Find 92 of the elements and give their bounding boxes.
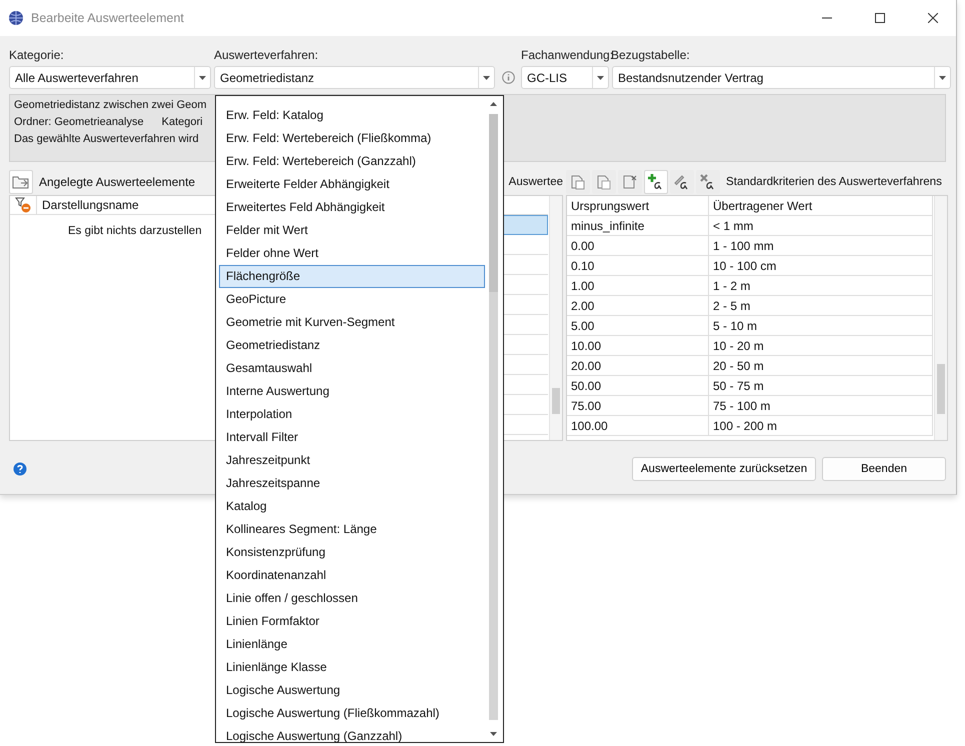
dropdown-item[interactable]: Erw. Feld: Katalog [219,104,485,127]
dropdown-item[interactable]: Logische Auswertung (Fließkommazahl) [219,702,485,725]
table-cell: minus_infinite [567,216,709,235]
field-label: Kategorie: [9,48,65,62]
paste-button[interactable] [592,170,616,194]
table-cell: 5 - 10 m [709,316,933,335]
dropdown-item[interactable]: Interpolation [219,403,485,426]
table-cell: 10.00 [567,336,709,355]
dropdown-item[interactable]: GeoPicture [219,288,485,311]
panel-title: Auswertee [508,176,563,188]
dropdown-item[interactable]: Erweiterte Felder Abhängigkeit [219,173,485,196]
dropdown-item[interactable]: Gesamtauswahl [219,357,485,380]
dropdown-item[interactable]: Erw. Feld: Wertebereich (Ganzzahl) [219,150,485,173]
table-cell: 10 - 100 cm [709,256,933,275]
dropdown-item[interactable]: Linienlänge [219,633,485,656]
column-header[interactable]: Übertragener Wert [709,196,933,215]
description-text: Geometriedistanz zwischen zwei Geom [14,98,207,112]
panel-title: Standardkriterien des Auswerteverfahrens [726,175,942,188]
dropdown-item[interactable]: Linien Formfaktor [219,610,485,633]
delete-criterion-button[interactable] [696,170,720,194]
dropdown-item[interactable]: Intervall Filter [219,426,485,449]
method-dropdown[interactable]: Geometriedistanz [214,66,495,89]
copy-button[interactable] [566,170,590,194]
maximize-icon [875,13,885,23]
info-icon[interactable] [502,71,514,84]
dropdown-item[interactable]: Geometrie mit Kurven-Segment [219,311,485,334]
category-text: Kategori [162,115,203,129]
table-cell: 75 - 100 m [709,396,933,415]
dropdown-item[interactable]: Konsistenzprüfung [219,541,485,564]
dropdown-item[interactable]: Linienlänge Klasse [219,656,485,679]
panel-title: Angelegte Auswerteelemente [39,174,196,188]
dropdown-item[interactable]: Jahreszeitspanne [219,472,485,495]
scroll-down-icon[interactable] [490,732,497,736]
table-cell: 75.00 [567,396,709,415]
table-cell: 50 - 75 m [709,376,933,395]
dropdown-item[interactable]: Geometriedistanz [219,334,485,357]
caret-icon[interactable] [199,76,206,80]
dropdown-item[interactable]: Erw. Feld: Wertebereich (Fließkomma) [219,127,485,150]
folder-arrow-icon [12,174,30,190]
close-icon [928,13,938,23]
dropdown-item[interactable]: Linie offen / geschlossen [219,587,485,610]
help-icon[interactable] [13,462,27,476]
table-cell: 20.00 [567,356,709,375]
scrollbar[interactable] [934,196,947,440]
category-dropdown[interactable]: Alle Auswerteverfahren [9,66,211,89]
dropdown-item[interactable]: Interne Auswertung [219,380,485,403]
document-icon [570,174,586,190]
table-dropdown[interactable]: Bestandsnutzender Vertrag [612,66,951,89]
table-cell: 0.00 [567,236,709,255]
scrollbar[interactable] [489,114,498,720]
caret-icon[interactable] [597,76,604,80]
table-cell: 1.00 [567,276,709,295]
column-header[interactable]: Ursprungswert [567,196,709,215]
globe-icon [8,10,24,26]
caret-icon[interactable] [939,76,946,80]
edit-criterion-button[interactable] [670,170,694,194]
description-text: Das gewählte Auswerteverfahren wird [14,132,199,146]
dropdown-item[interactable]: Logische Auswertung [219,679,485,702]
dropdown-item[interactable]: Felder mit Wert [219,219,485,242]
table-cell: 50.00 [567,376,709,395]
table-cell: 100.00 [567,416,709,435]
dropdown-item[interactable]: Koordinatenanzahl [219,564,485,587]
field-label: Auswerteverfahren: [214,48,320,62]
application-dropdown[interactable]: GC-LIS [521,66,609,89]
add-criterion-button[interactable] [644,170,668,194]
scroll-up-icon[interactable] [490,102,497,106]
table-cell: 2 - 5 m [709,296,933,315]
dropdown-item[interactable]: Jahreszeitpunkt [219,449,485,472]
document-icon [596,174,612,190]
folder-text: Ordner: Geometrieanalyse [14,115,144,129]
table-cell: 100 - 200 m [709,416,933,435]
document-icon [622,174,638,190]
empty-message: Es gibt nichts darzustellen [68,225,202,237]
dropdown-item[interactable]: Katalog [219,495,485,518]
field-label: Bezugstabelle: [611,48,691,62]
table-cell: 5.00 [567,316,709,335]
table-cell: 0.10 [567,256,709,275]
table-cell: 10 - 20 m [709,336,933,355]
reset-button[interactable]: Auswerteelemente zurücksetzen [632,457,816,481]
table-cell: 1 - 2 m [709,276,933,295]
dropdown-item[interactable]: Kollineares Segment: Länge [219,518,485,541]
table-cell: 20 - 50 m [709,356,933,375]
close-dialog-button[interactable]: Beenden [822,457,946,481]
scrollbar[interactable] [549,196,562,440]
table-cell: 1 - 100 mm [709,236,933,255]
table-cell: < 1 mm [709,216,933,235]
folder-arrow-button[interactable] [9,170,33,194]
dropdown-item[interactable]: Felder ohne Wert [219,242,485,265]
caret-icon[interactable] [483,76,490,80]
dropdown-item[interactable]: Flächengröße [219,265,485,288]
table-cell: 2.00 [567,296,709,315]
window-title: Bearbeite Auswerteelement [31,11,185,25]
